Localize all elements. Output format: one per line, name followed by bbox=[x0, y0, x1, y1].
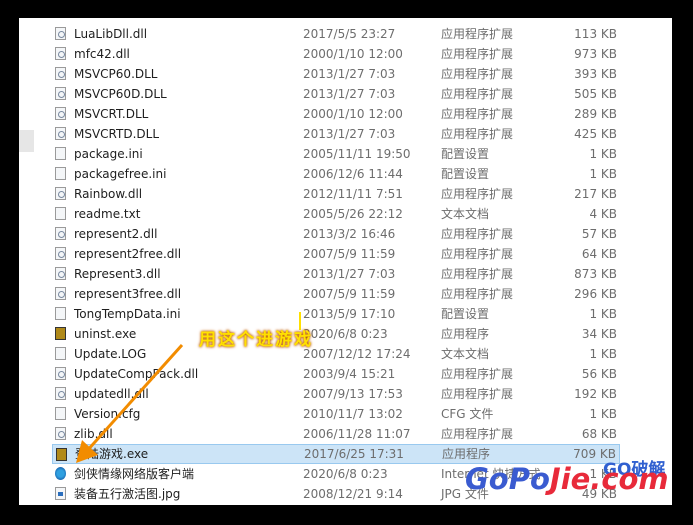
annotation-text: 用这个进游戏 bbox=[199, 330, 313, 350]
watermark-jie: Jie.com bbox=[549, 462, 669, 496]
watermark-logo: GoPoJie.com bbox=[465, 462, 669, 496]
watermark-go: GoPo bbox=[465, 462, 550, 496]
annotation-arrow bbox=[76, 312, 301, 463]
arrow-shaft bbox=[84, 343, 184, 454]
